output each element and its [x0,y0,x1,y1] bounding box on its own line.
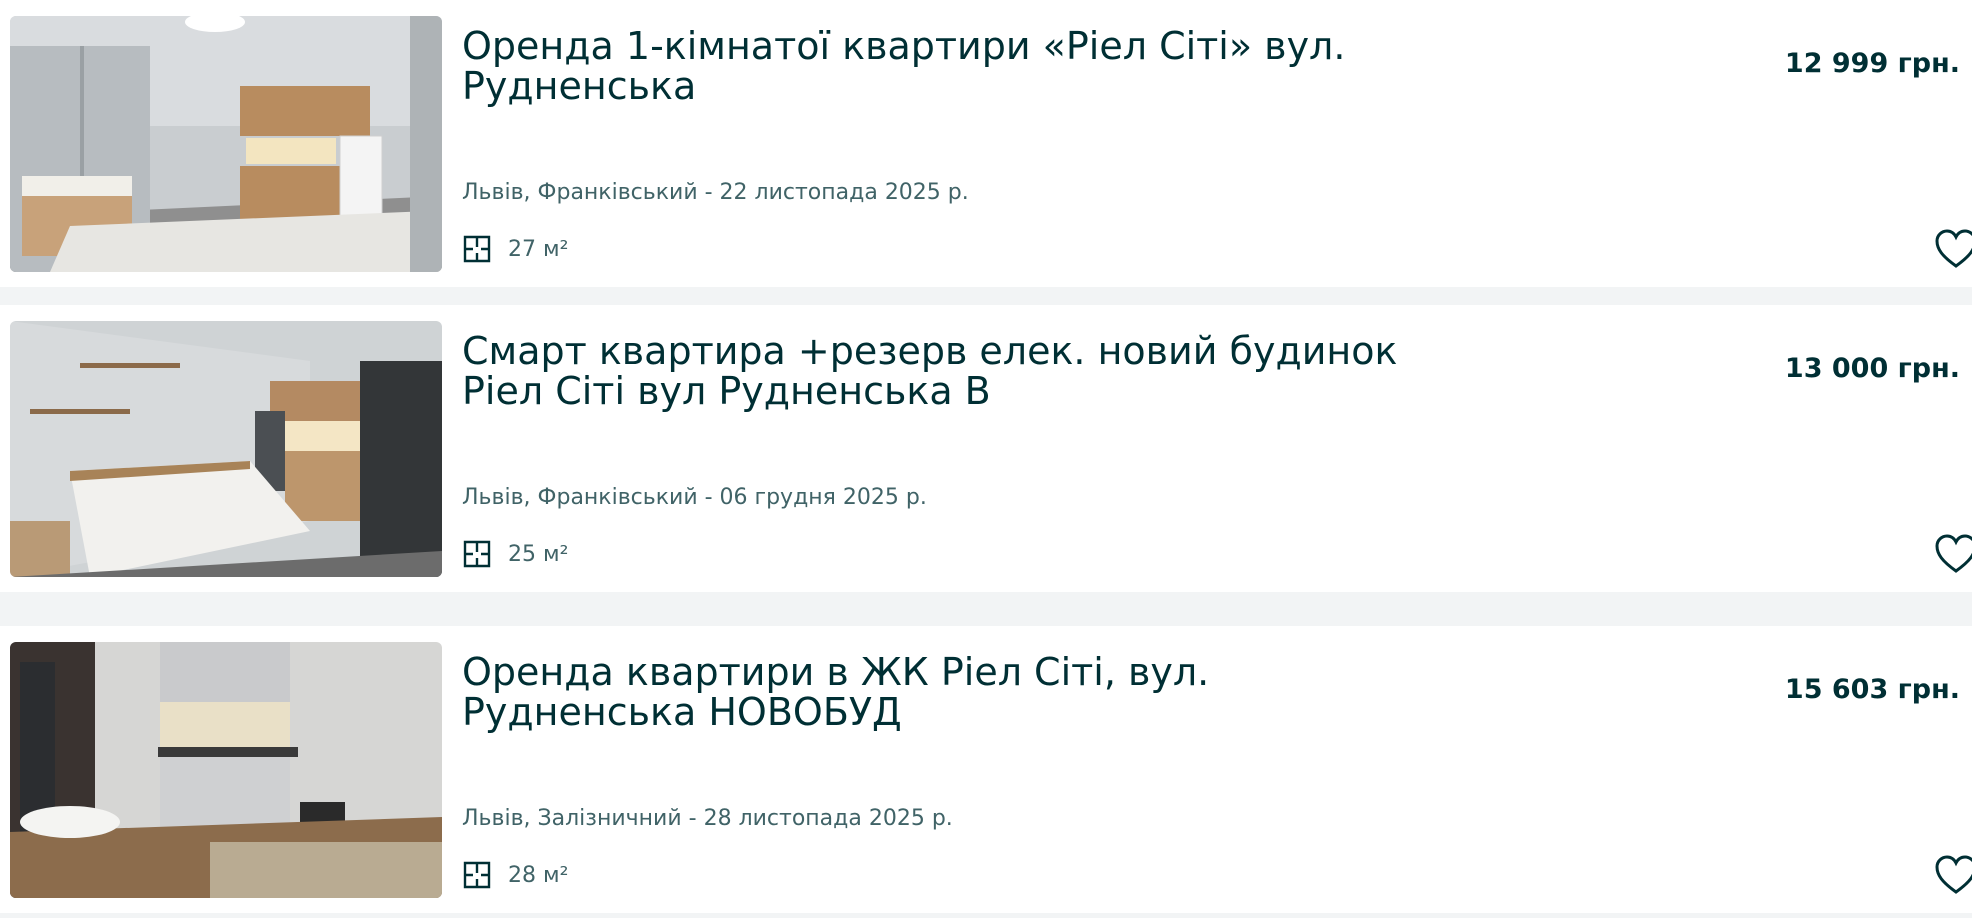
listing-area-value: 28 м² [508,862,569,888]
listing-price: 13 000 грн. [1784,353,1960,384]
listing-photo[interactable] [10,16,442,272]
listing-area: 28 м² [462,858,568,892]
favorite-heart-icon[interactable] [1934,228,1972,272]
listing-price: 12 999 грн. [1784,48,1960,79]
listing-photo[interactable] [10,321,442,577]
listing-area: 25 м² [462,537,568,571]
floor-plan-icon [462,539,492,569]
listing-results: Оренда 1-кімнатої квартири «Ріел Сіті» в… [0,0,1972,918]
favorite-heart-icon[interactable] [1934,854,1972,898]
floor-plan-icon [462,860,492,890]
listing-title[interactable]: Оренда квартири в ЖК Ріел Сіті, вул. Руд… [462,652,1402,732]
listing-price: 15 603 грн. [1784,674,1960,705]
apartment-photo-bedroom-kitchen [10,16,442,272]
listing-photo[interactable] [10,642,442,898]
listing-title[interactable]: Смарт квартира +резерв елек. новий будин… [462,331,1402,411]
listing-location-date: Львів, Залізничний - 28 листопада 2025 р… [462,806,953,831]
listing-location-date: Львів, Франківський - 06 грудня 2025 р. [462,485,927,510]
listing-card[interactable]: Оренда квартири в ЖК Ріел Сіті, вул. Руд… [0,626,1972,913]
listing-title[interactable]: Оренда 1-кімнатої квартири «Ріел Сіті» в… [462,26,1402,106]
listing-area: 27 м² [462,232,568,266]
apartment-photo-studio [10,321,442,577]
listing-card[interactable]: Оренда 1-кімнатої квартири «Ріел Сіті» в… [0,0,1972,287]
listing-area-value: 27 м² [508,236,569,262]
listing-area-value: 25 м² [508,541,569,567]
floor-plan-icon [462,234,492,264]
apartment-photo-kitchen [10,642,442,898]
listing-card[interactable]: Смарт квартира +резерв елек. новий будин… [0,305,1972,592]
listing-location-date: Львів, Франківський - 22 листопада 2025 … [462,180,969,205]
favorite-heart-icon[interactable] [1934,533,1972,577]
